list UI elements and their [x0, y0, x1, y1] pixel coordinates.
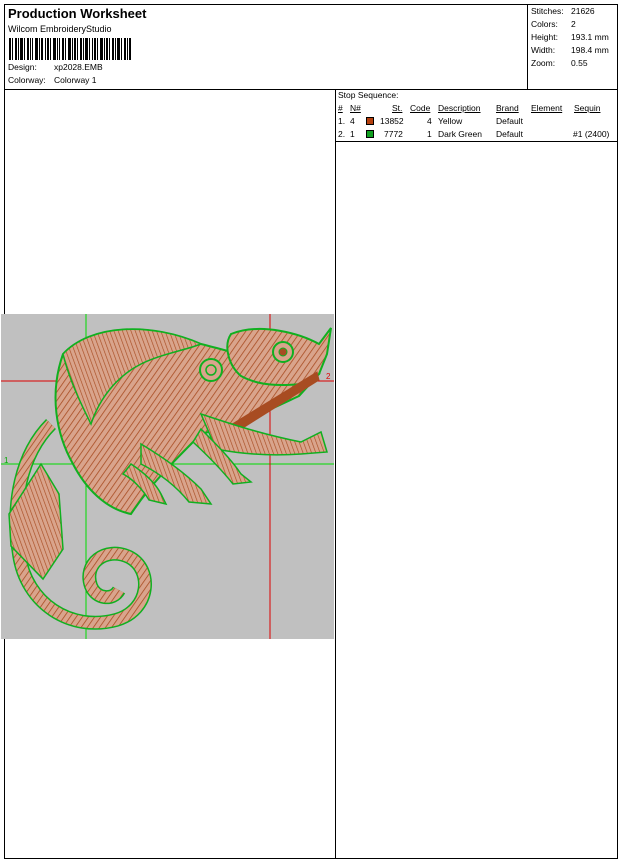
col-element: Element: [531, 103, 563, 113]
row2-code: 1: [427, 129, 432, 139]
design-canvas: 1 2: [1, 314, 334, 639]
marker-2: 2: [326, 372, 331, 381]
software-name: Wilcom EmbroideryStudio: [8, 24, 112, 34]
stat-width: Width: 198.4 mm: [531, 45, 609, 55]
row1-description: Yellow: [438, 116, 463, 126]
stop-sequence-title: Stop Sequence:: [338, 90, 399, 100]
row1-color-swatch: [366, 117, 374, 125]
design-filename: xp2028.EMB: [54, 62, 103, 72]
col-num: #: [338, 103, 343, 113]
worksheet-header: Production Worksheet Wilcom EmbroiderySt…: [5, 5, 617, 90]
chameleon-embroidery-image: 1 2: [1, 314, 334, 639]
col-stitches: St.: [392, 103, 403, 113]
colorway-value: Colorway 1: [54, 75, 97, 85]
design-preview-panel: 1 2: [1, 89, 336, 858]
marker-1: 1: [4, 456, 9, 465]
design-row: Design: xp2028.EMB: [8, 62, 103, 72]
row2-brand: Default: [496, 129, 523, 139]
row2-color-swatch: [366, 130, 374, 138]
col-n: N#: [350, 103, 361, 113]
col-sequin: Sequin: [574, 103, 601, 113]
col-code: Code: [410, 103, 431, 113]
stop-sequence-table: Stop Sequence: # N# St. Code Description…: [336, 89, 617, 142]
row2-description: Dark Green: [438, 129, 482, 139]
design-stats: Stitches: 21626 Colors: 2 Height: 193.1 mm …: [527, 5, 618, 89]
row2-num: 2.: [338, 129, 346, 139]
design-label: Design:: [8, 62, 37, 72]
col-brand: Brand: [496, 103, 519, 113]
row1-n: 4: [350, 116, 355, 126]
stat-zoom: Zoom: 0.55: [531, 58, 588, 68]
barcode: [9, 38, 131, 60]
row2-stitches: 7772: [384, 129, 403, 139]
shoulder-swirl: [199, 358, 223, 382]
row1-code: 4: [427, 116, 432, 126]
stop-sequence-panel: Stop Sequence: # N# St. Code Description…: [336, 89, 617, 858]
pupil: [278, 347, 288, 357]
page-title: Production Worksheet: [8, 6, 147, 21]
row1-stitches: 13852: [380, 116, 404, 126]
row2-sequin: #1 (2400): [573, 129, 610, 139]
stat-height: Height: 193.1 mm: [531, 32, 609, 42]
colorway-label: Colorway:: [8, 75, 46, 85]
col-description: Description: [438, 103, 481, 113]
row1-brand: Default: [496, 116, 523, 126]
stat-colors: Colors: 2: [531, 19, 576, 29]
stat-stitches: Stitches: 21626: [531, 6, 595, 16]
row2-n: 1: [350, 129, 355, 139]
worksheet-page: Production Worksheet Wilcom EmbroiderySt…: [1, 4, 618, 859]
row1-num: 1.: [338, 116, 346, 126]
colorway-row: Colorway: Colorway 1: [8, 75, 97, 85]
